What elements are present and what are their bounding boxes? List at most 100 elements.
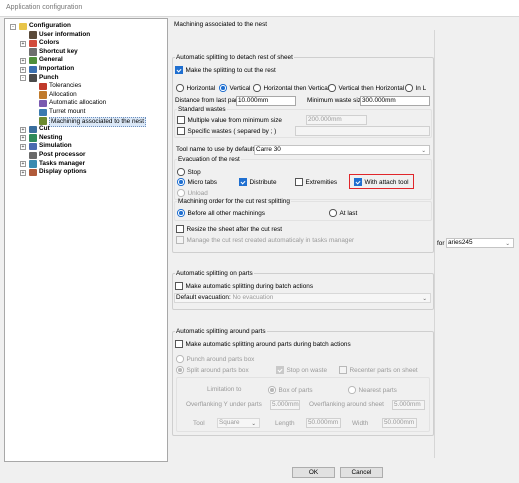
specific-wastes-input[interactable] [295,126,430,136]
machine-select[interactable]: aries245 ⌄ [446,238,514,248]
checkbox-box[interactable] [175,340,183,348]
checkbox-box[interactable] [177,116,185,124]
split-around-box-radio[interactable]: Split around parts box [176,366,249,374]
checkbox-box[interactable] [276,366,284,374]
select-value: No evacuation [232,294,274,301]
multiple-value-checkbox[interactable]: Multiple value from minimum size [177,116,282,124]
around-tool-select[interactable]: Square ⌄ [217,418,260,428]
recenter-parts-checkbox[interactable]: Recenter parts on sheet [339,366,418,374]
checkbox-box[interactable] [295,178,303,186]
make-rest-splitting-checkbox[interactable]: Make the splitting to cut the rest [175,66,276,74]
tree-item-label: Post processor [39,151,86,158]
post-processor-icon [29,151,37,159]
radio-dot[interactable] [177,178,185,186]
radio-dot[interactable] [328,84,336,92]
tool-default-select[interactable]: Carre 30 ⌄ [254,145,430,155]
checkbox-box[interactable] [175,66,183,74]
specific-wastes-checkbox[interactable]: Specific wastes ( separed by ; ) [177,127,276,135]
around-width-input[interactable]: 50.000mm [382,418,417,428]
distribute-checkbox[interactable]: Distribute [239,178,277,186]
radio-dot[interactable] [268,386,276,394]
cancel-button[interactable]: Cancel [340,467,383,478]
default-evacuation-select[interactable]: Default evacuation: No evacuation ⌄ [174,293,431,303]
standard-wastes-legend: Standard wastes [178,106,226,113]
orientation-vertical-radio[interactable]: Vertical [219,84,250,92]
expand-icon[interactable]: + [20,40,26,47]
checkbox-label: Specific wastes ( separed by ; ) [187,127,277,135]
overflank-sheet-input[interactable]: 5.000mm [392,400,425,410]
orientation-horizontal-radio[interactable]: Horizontal [176,84,215,92]
select-value: Square [219,419,240,426]
evac-stop-radio[interactable]: Stop [177,168,201,176]
around-length-input[interactable]: 50.000mm [306,418,341,428]
chevron-down-icon: ⌄ [251,421,256,427]
min-waste-input[interactable]: 300.000mm [360,96,430,106]
radio-dot[interactable] [219,84,227,92]
checkbox-label: Extremities [305,178,338,186]
with-attach-tool-checkbox[interactable]: With attach tool [354,178,409,186]
expand-icon[interactable]: + [20,161,26,168]
radio-dot[interactable] [177,209,185,217]
overflank-y-input[interactable]: 5.000mm [270,400,300,410]
order-before-radio[interactable]: Before all other machinings [177,209,265,217]
ok-button[interactable]: OK [292,467,335,478]
collapse-icon[interactable]: - [20,75,26,82]
stop-on-waste-checkbox[interactable]: Stop on waste [276,366,327,374]
checkbox-box[interactable] [177,127,185,135]
select-value: Carre 30 [256,146,281,153]
checkbox-box[interactable] [176,236,184,244]
expand-icon[interactable]: + [20,143,26,150]
orientation-horizontal-then-vertical-radio[interactable]: Horizontal then Vertical [253,84,329,92]
resize-sheet-checkbox[interactable]: Resize the sheet after the cut rest [176,225,282,233]
evac-micro-tabs-radio[interactable]: Micro tabs [177,178,217,186]
radio-dot[interactable] [253,84,261,92]
config-tree[interactable]: - Configuration User information + Colors Sho… [4,18,168,462]
tree-item-label: Colors [39,39,60,47]
collapse-icon[interactable]: - [10,23,16,30]
radio-label: Unload [187,189,208,197]
tree-item-label: Machining associated to the nest [49,116,147,128]
make-around-parts-checkbox[interactable]: Make automatic splitting around parts du… [175,340,351,348]
radio-dot[interactable] [348,386,356,394]
orientation-vertical-then-horizontal-radio[interactable]: Vertical then Horizontal [328,84,404,92]
extremities-checkbox[interactable]: Extremities [295,178,337,186]
radio-dot[interactable] [329,209,337,217]
limit-nearest-parts-radio[interactable]: Nearest parts [348,386,397,394]
rest-splitting-legend: Automatic splitting to detach rest of sh… [176,54,293,61]
radio-dot[interactable] [177,189,185,197]
checkbox-box[interactable] [354,178,362,186]
checkbox-box[interactable] [176,225,184,233]
multiple-value-input[interactable]: 200.000mm [306,115,367,125]
radio-dot[interactable] [176,84,184,92]
tree-item-label: Allocation [49,90,77,98]
checkbox-box[interactable] [239,178,247,186]
punch-around-box-radio[interactable]: Punch around parts box [176,355,254,363]
checkbox-box[interactable] [339,366,347,374]
expand-icon[interactable]: + [20,169,26,176]
order-at-last-radio[interactable]: At last [329,209,357,217]
checkbox-label: Distribute [249,178,277,186]
orientation-in-l-radio[interactable]: In L [405,84,426,92]
gear-icon [29,56,37,65]
display-icon [29,168,37,177]
distance-input[interactable]: 10.000mm [236,96,296,106]
radio-dot[interactable] [176,355,184,363]
limit-box-parts-radio[interactable]: Box of parts [268,386,313,394]
tree-item-label: Tasks manager [39,159,86,167]
radio-dot[interactable] [177,168,185,176]
checkbox-box[interactable] [175,282,183,290]
limitation-label: Limitation to [207,386,242,393]
machine-for-label: for [437,240,445,247]
evac-unload-radio[interactable]: Unload [177,189,208,197]
radio-label: Nearest parts [358,386,397,394]
radio-dot[interactable] [405,84,413,92]
make-on-parts-checkbox[interactable]: Make automatic splitting during batch ac… [175,282,313,290]
simulation-icon [29,142,37,151]
expand-icon[interactable]: + [20,57,26,64]
expand-icon[interactable]: + [20,135,26,142]
expand-icon[interactable]: + [20,66,26,73]
expand-icon[interactable]: + [20,126,26,133]
user-icon [29,31,37,39]
manage-cut-rest-checkbox[interactable]: Manage the cut rest created automaticaly… [176,236,354,244]
radio-dot[interactable] [176,366,184,374]
